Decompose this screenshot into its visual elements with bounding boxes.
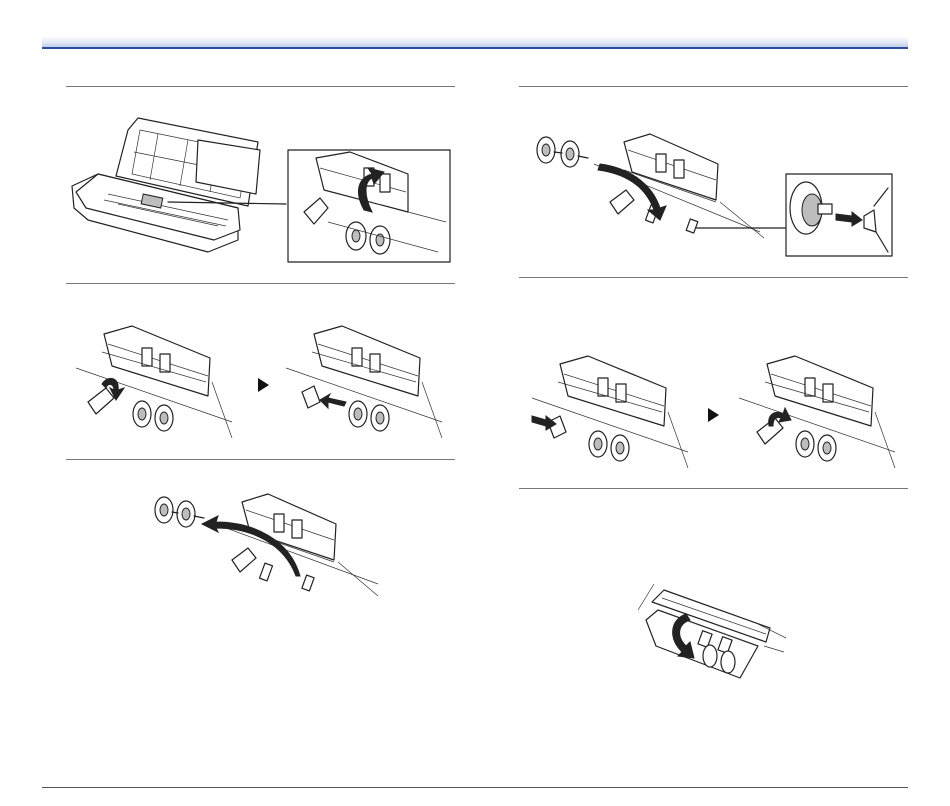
illustration-release-lever-after [282,322,452,442]
step-divider-right-3 [519,488,908,489]
footer-rule [42,787,908,788]
header-rule [42,47,908,49]
illustration-lock-lever-after [735,352,905,472]
illustration-open-scanner [68,112,458,267]
illustration-release-lever-before [72,322,242,442]
step-divider-right-2 [519,277,908,278]
illustration-insert-roller [530,128,900,258]
illustration-remove-roller [150,488,380,598]
next-step-arrow [708,408,719,422]
step-divider-right-1 [519,86,908,87]
step-divider-left-1 [66,86,455,87]
illustration-close-cover [638,580,788,690]
next-step-arrow [258,378,269,392]
step-divider-left-2 [66,283,455,284]
illustration-lock-lever-before [528,352,698,472]
step-divider-left-3 [66,459,455,460]
